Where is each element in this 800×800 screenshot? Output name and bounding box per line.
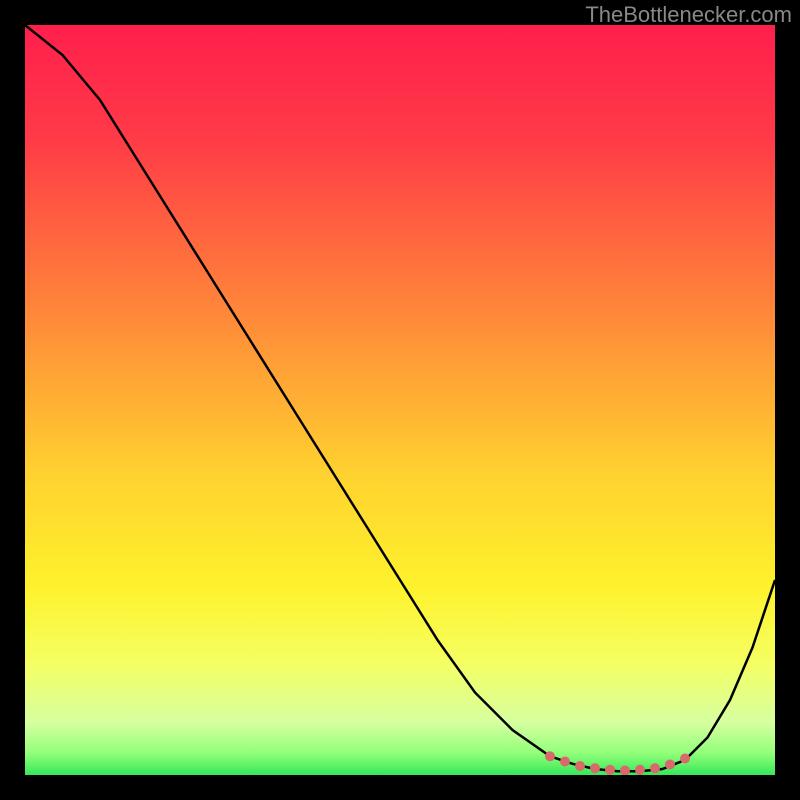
plot-area (25, 25, 775, 775)
gradient-background (25, 25, 775, 775)
watermark-text: TheBottlenecker.com (585, 2, 792, 28)
